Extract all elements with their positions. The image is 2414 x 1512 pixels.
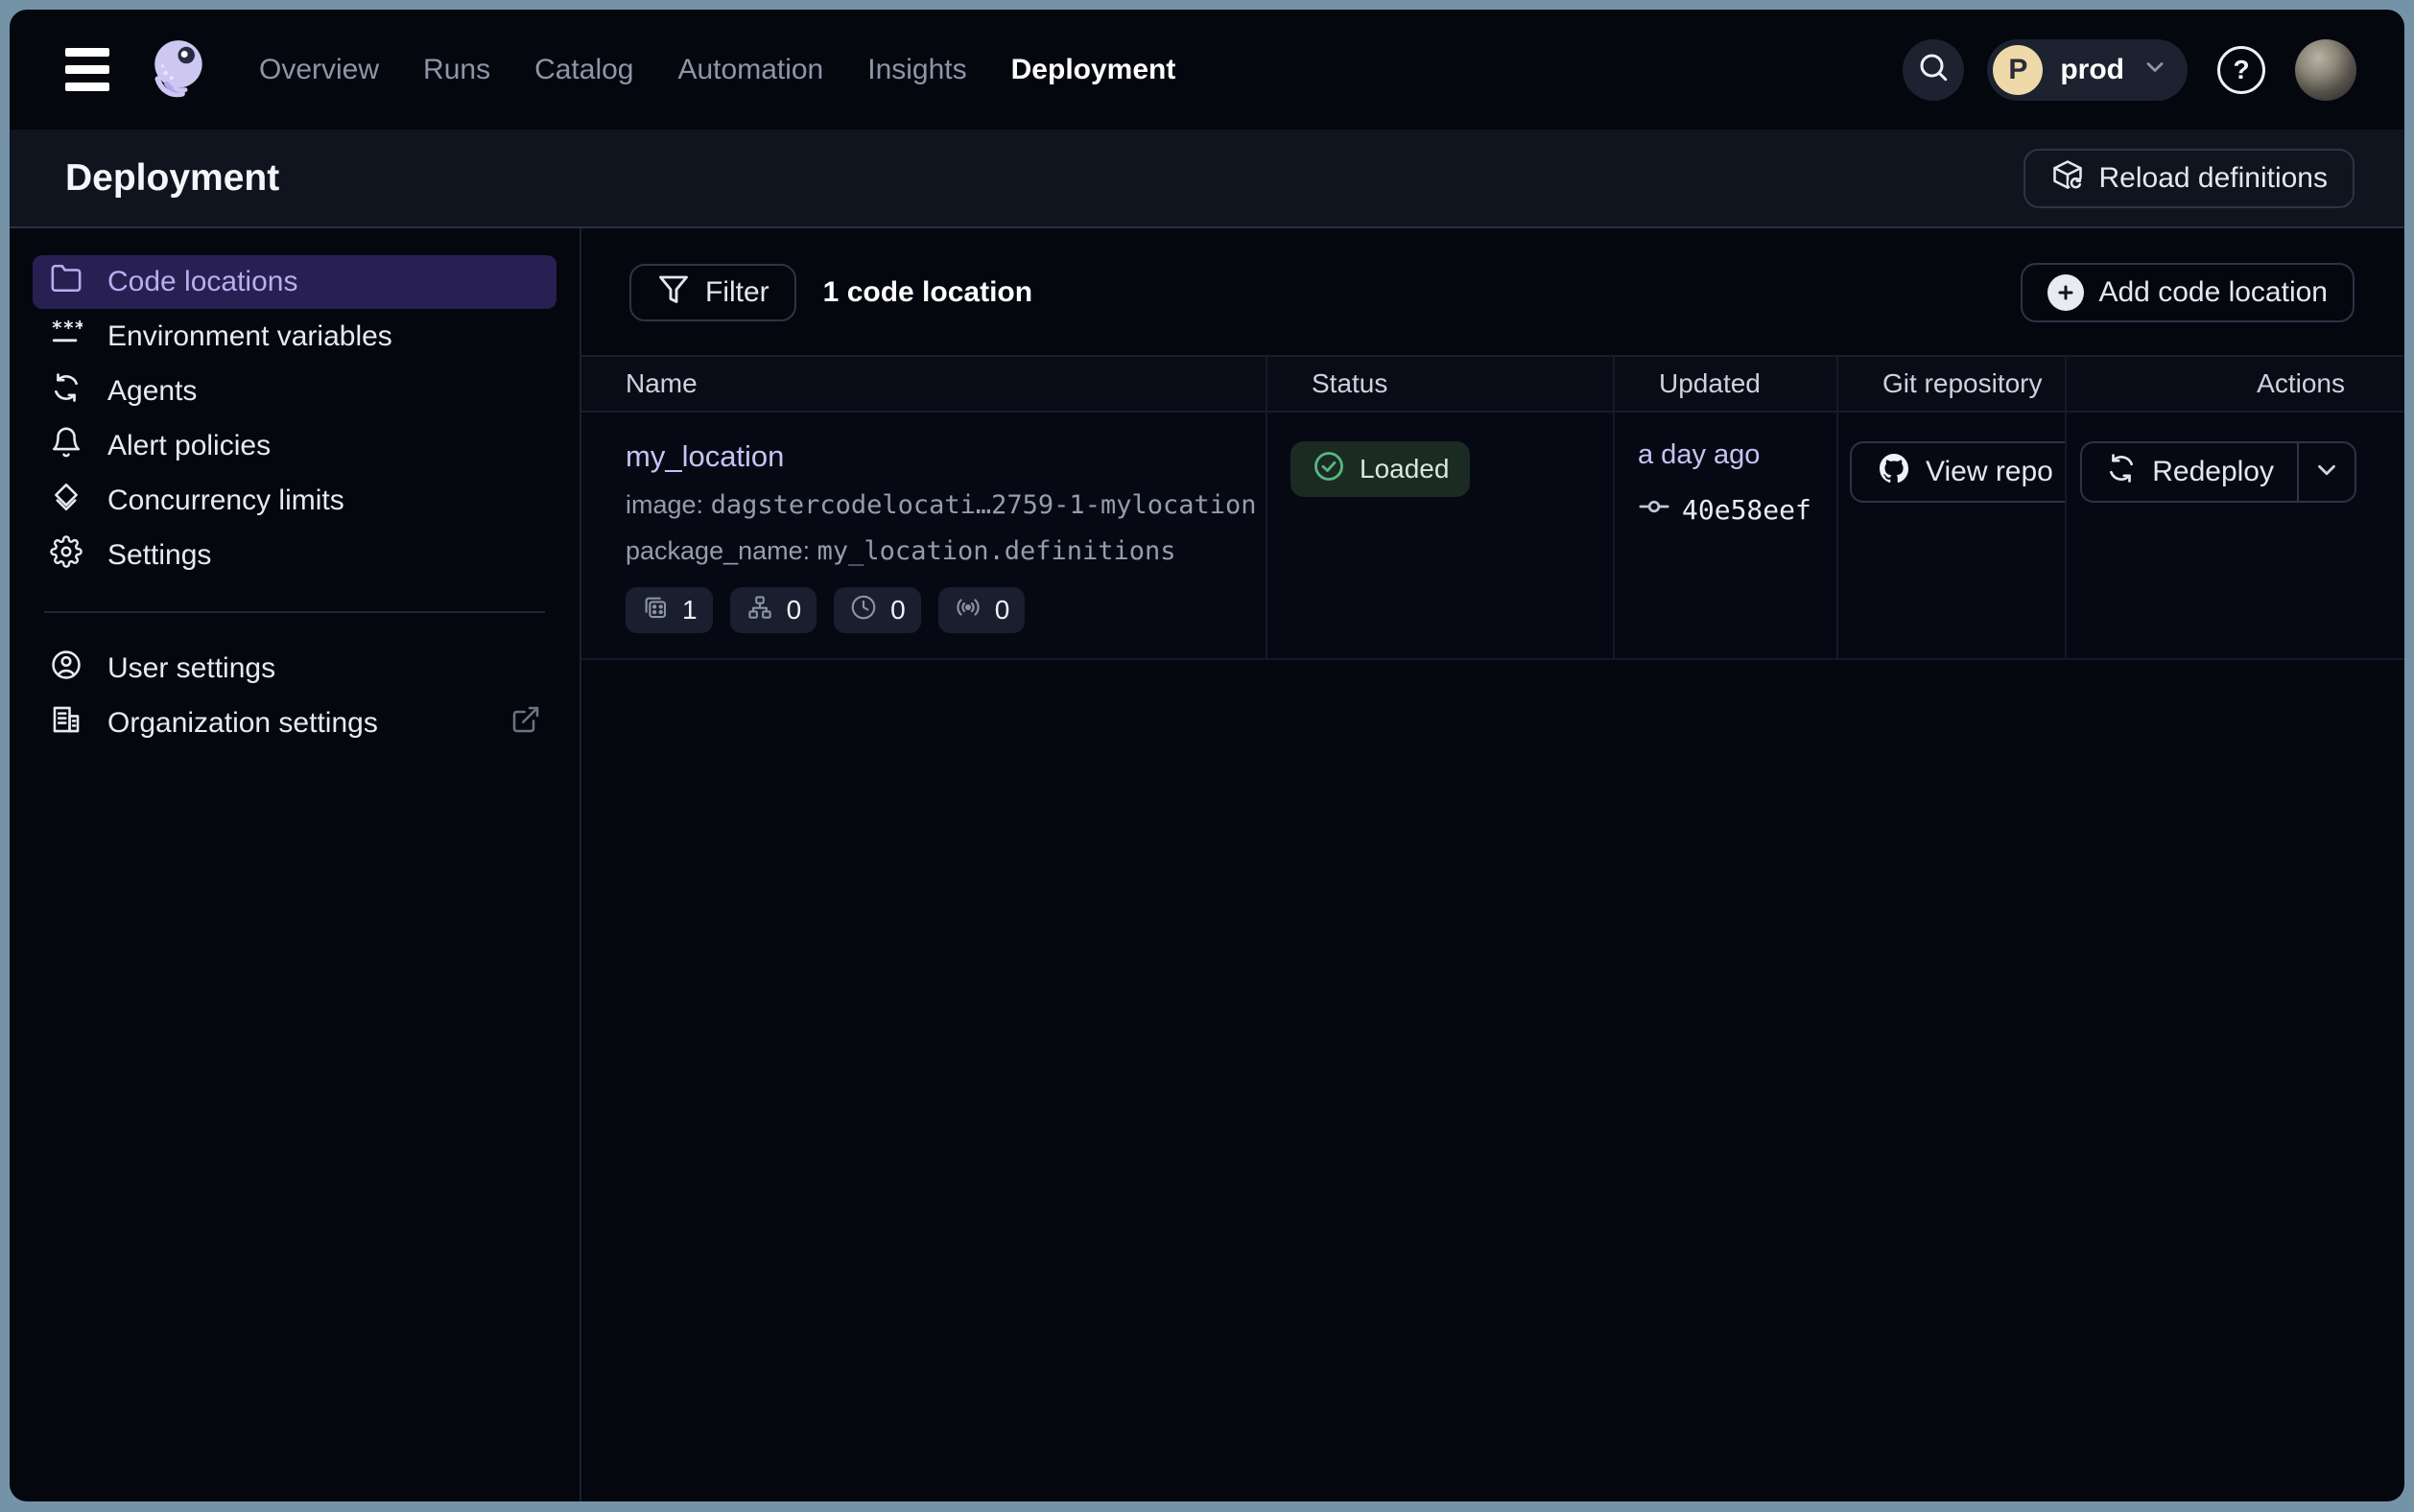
prod-label: prod [2060,54,2124,86]
external-link-icon [510,704,541,743]
redeploy-refresh-icon [2105,452,2138,492]
nav-runs[interactable]: Runs [423,54,490,86]
deployment-sidebar: Code locations *** Environment variables [10,228,581,1501]
schedules-count-badge: 0 [834,587,921,633]
redeploy-dropdown-caret[interactable] [2297,443,2355,501]
primary-nav: Overview Runs Catalog Automation Insight… [259,54,1175,86]
sidebar-item-settings[interactable]: Settings [10,529,580,582]
code-location-count: 1 code location [823,276,1032,309]
jobs-icon [746,593,774,628]
jobs-count-badge: 0 [730,587,817,633]
nav-catalog[interactable]: Catalog [534,54,633,86]
package-meta: package_name: my_location.definitions [626,536,1266,566]
github-icon [1877,451,1911,493]
folder-icon [50,262,83,302]
table-row-actions-cell: Redeploy [2065,413,2404,660]
help-icon: ? [2217,46,2265,94]
redeploy-split-button: Redeploy [2080,441,2356,503]
sidebar-divider [44,611,545,613]
building-icon [50,703,83,744]
column-header-updated: Updated [1613,357,1836,413]
reload-definitions-icon [2050,157,2085,200]
updated-time-link[interactable]: a day ago [1638,439,1760,471]
table-row-status-cell: Loaded [1266,413,1613,660]
code-locations-toolbar: Filter 1 code location Add code location [581,228,2404,322]
nav-deployment[interactable]: Deployment [1011,54,1176,86]
svg-text:***: *** [51,317,83,339]
nav-overview[interactable]: Overview [259,54,379,86]
dagster-octopus-logo[interactable] [146,36,213,104]
sensors-count-badge: 0 [938,587,1026,633]
view-repo-button[interactable]: View repo [1850,441,2065,503]
filter-button[interactable]: Filter [629,264,796,321]
deployment-switcher[interactable]: P prod [1987,39,2188,101]
chevron-down-icon [2142,54,2168,85]
env-vars-icon: *** [50,317,83,357]
status-badge: Loaded [1290,441,1470,497]
add-code-location-button[interactable]: Add code location [2021,263,2355,322]
git-commit-icon [1638,490,1670,530]
main-content: Filter 1 code location Add code location… [581,228,2404,1501]
column-header-name: Name [581,357,1266,413]
page-body: Code locations *** Environment variables [10,228,2404,1501]
bell-icon [50,426,83,466]
prod-initial-avatar: P [1993,45,2043,95]
column-header-status: Status [1266,357,1613,413]
chevron-down-icon [2312,456,2341,489]
hamburger-menu-icon[interactable] [65,48,109,91]
search-button[interactable] [1903,39,1964,101]
table-row-updated-cell: a day ago 40e58eef [1613,413,1836,660]
top-nav-bar: Overview Runs Catalog Automation Insight… [10,10,2404,130]
page-title: Deployment [65,157,279,200]
layers-diamond-icon [50,481,83,521]
code-locations-table: Name Status Updated Git repository Actio… [581,355,2404,660]
nav-automation[interactable]: Automation [677,54,823,86]
gear-icon [50,535,83,576]
reload-definitions-button[interactable]: Reload definitions [2024,149,2355,208]
app-window: Overview Runs Catalog Automation Insight… [10,10,2404,1501]
sidebar-item-agents[interactable]: Agents [10,365,580,418]
image-meta: image: dagstercodelocati…2759-1-mylocati… [626,490,1266,520]
column-header-actions: Actions [2065,357,2404,413]
table-row-git-cell: View repo [1836,413,2065,660]
plus-circle-icon [2047,274,2084,311]
search-icon [1916,50,1951,89]
redeploy-button[interactable]: Redeploy [2082,443,2297,501]
table-row-name-cell: my_location image: dagstercodelocati…275… [581,413,1266,660]
sidebar-item-organization-settings[interactable]: Organization settings [10,697,580,750]
assets-icon [641,593,670,628]
commit-row: 40e58eef [1638,490,1836,530]
commit-hash: 40e58eef [1682,494,1811,526]
page-header: Deployment Reload definitions [10,130,2404,228]
code-location-link[interactable]: my_location [626,439,784,474]
user-avatar[interactable] [2295,39,2356,101]
assets-count-badge: 1 [626,587,713,633]
column-header-git-repository: Git repository [1836,357,2065,413]
funnel-icon [656,272,691,314]
help-button[interactable]: ? [2211,39,2272,101]
topbar-right-cluster: P prod ? [1903,39,2356,101]
sidebar-item-user-settings[interactable]: User settings [10,642,580,696]
sidebar-item-alert-policies[interactable]: Alert policies [10,419,580,473]
user-circle-icon [50,649,83,689]
sidebar-item-environment-variables[interactable]: *** Environment variables [10,310,580,364]
sidebar-item-code-locations[interactable]: Code locations [33,255,556,309]
agents-cycle-icon [50,371,83,412]
nav-insights[interactable]: Insights [867,54,966,86]
definition-count-badges: 1 0 [626,587,1266,633]
sidebar-item-concurrency-limits[interactable]: Concurrency limits [10,474,580,528]
check-circle-icon [1312,449,1346,490]
schedules-icon [849,593,878,628]
sensors-icon [954,593,982,628]
